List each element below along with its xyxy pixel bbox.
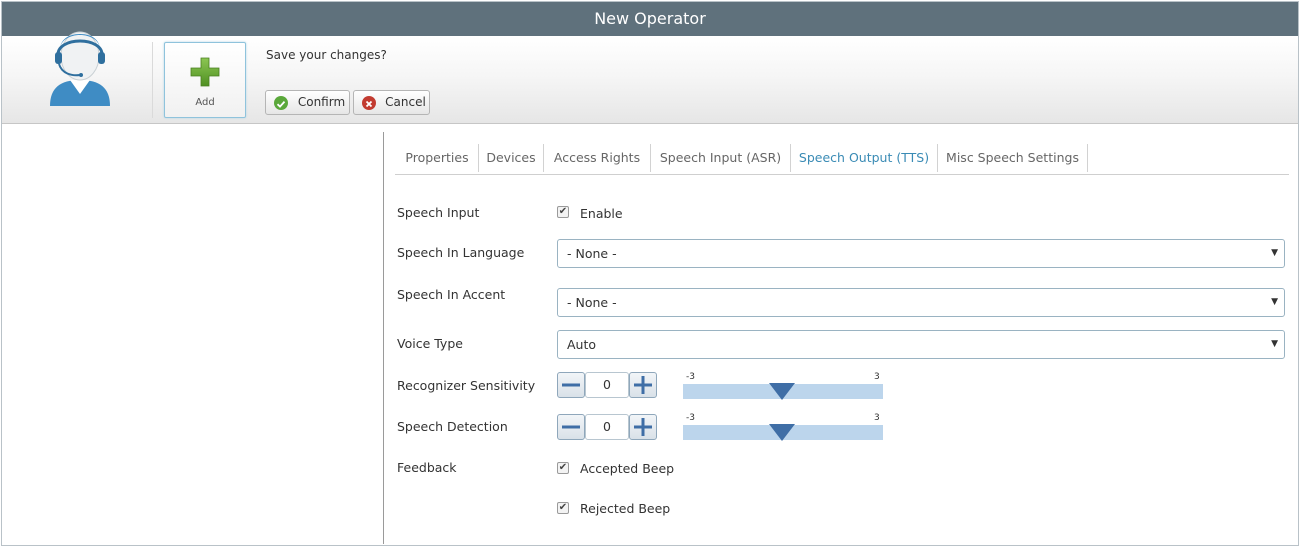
speech-language-select[interactable]: - None - ▼ [557, 239, 1285, 268]
save-prompt: Save your changes? [266, 48, 387, 62]
accepted-beep-checkbox[interactable]: ✔ [557, 462, 569, 474]
recognizer-sensitivity-decrement-button[interactable] [557, 372, 585, 398]
speech-accent-value: - None - [567, 295, 617, 310]
tab-access-rights[interactable]: Access Rights [544, 144, 650, 172]
caret-down-icon: ▼ [1271, 248, 1278, 258]
speech-language-label: Speech In Language [397, 245, 525, 260]
recognizer-sensitivity-min: -3 [686, 372, 695, 382]
feedback-label: Feedback [397, 460, 457, 475]
check-circle-icon [274, 96, 288, 110]
tab-properties[interactable]: Properties [395, 144, 479, 172]
add-button[interactable]: Add [164, 42, 246, 118]
x-circle-icon [362, 96, 376, 110]
speech-language-value: - None - [567, 246, 617, 261]
panel-divider [383, 132, 384, 544]
plus-icon [634, 418, 652, 436]
slider-handle-icon[interactable] [769, 424, 795, 441]
cancel-button-label: Cancel [385, 95, 426, 109]
speech-accent-label: Speech In Accent [397, 287, 506, 302]
add-button-label: Add [195, 97, 215, 108]
slider-handle-icon[interactable] [769, 383, 795, 400]
rejected-beep-label: Rejected Beep [580, 501, 671, 516]
dialog-title: New Operator [2, 2, 1298, 36]
tab-separator [1087, 144, 1088, 172]
speech-input-enable-label: Enable [580, 206, 623, 221]
recognizer-sensitivity-increment-button[interactable] [629, 372, 657, 398]
voice-type-label: Voice Type [397, 336, 463, 351]
accepted-beep-label: Accepted Beep [580, 461, 675, 476]
tab-misc-speech-settings[interactable]: Misc Speech Settings [938, 144, 1087, 172]
caret-down-icon: ▼ [1271, 339, 1278, 349]
speech-detection-label: Speech Detection [397, 419, 508, 434]
speech-detection-increment-button[interactable] [629, 414, 657, 440]
voice-type-select[interactable]: Auto ▼ [557, 330, 1285, 359]
speech-detection-max: 3 [874, 413, 880, 423]
tab-speech-output-tts[interactable]: Speech Output (TTS) [791, 144, 937, 172]
speech-input-enable-checkbox[interactable]: ✔ [557, 206, 569, 218]
toolbar-separator [152, 42, 153, 118]
minus-icon [562, 425, 580, 429]
voice-type-value: Auto [567, 337, 597, 352]
toolbar: Add Save your changes? Confirm Cancel [2, 31, 1298, 124]
plus-icon [634, 376, 652, 394]
speech-input-label: Speech Input [397, 205, 480, 220]
rejected-beep-checkbox[interactable]: ✔ [557, 502, 569, 514]
recognizer-sensitivity-value[interactable]: 0 [585, 372, 629, 398]
speech-accent-select[interactable]: - None - ▼ [557, 288, 1285, 317]
tab-speech-input-asr[interactable]: Speech Input (ASR) [651, 144, 790, 172]
speech-detection-value[interactable]: 0 [585, 414, 629, 440]
speech-detection-decrement-button[interactable] [557, 414, 585, 440]
recognizer-sensitivity-max: 3 [874, 372, 880, 382]
tab-devices[interactable]: Devices [479, 144, 543, 172]
tab-bar: Properties Devices Access Rights Speech … [395, 144, 1289, 175]
operator-avatar-icon [50, 31, 110, 106]
minus-icon [562, 383, 580, 387]
plus-icon [190, 57, 220, 87]
cancel-button[interactable]: Cancel [353, 90, 430, 115]
operator-dialog: New Operator Add Save your changes? Conf… [1, 1, 1299, 546]
recognizer-sensitivity-label: Recognizer Sensitivity [397, 378, 536, 393]
confirm-button-label: Confirm [297, 95, 346, 109]
confirm-button[interactable]: Confirm [265, 90, 350, 115]
speech-detection-min: -3 [686, 413, 695, 423]
caret-down-icon: ▼ [1271, 297, 1278, 307]
